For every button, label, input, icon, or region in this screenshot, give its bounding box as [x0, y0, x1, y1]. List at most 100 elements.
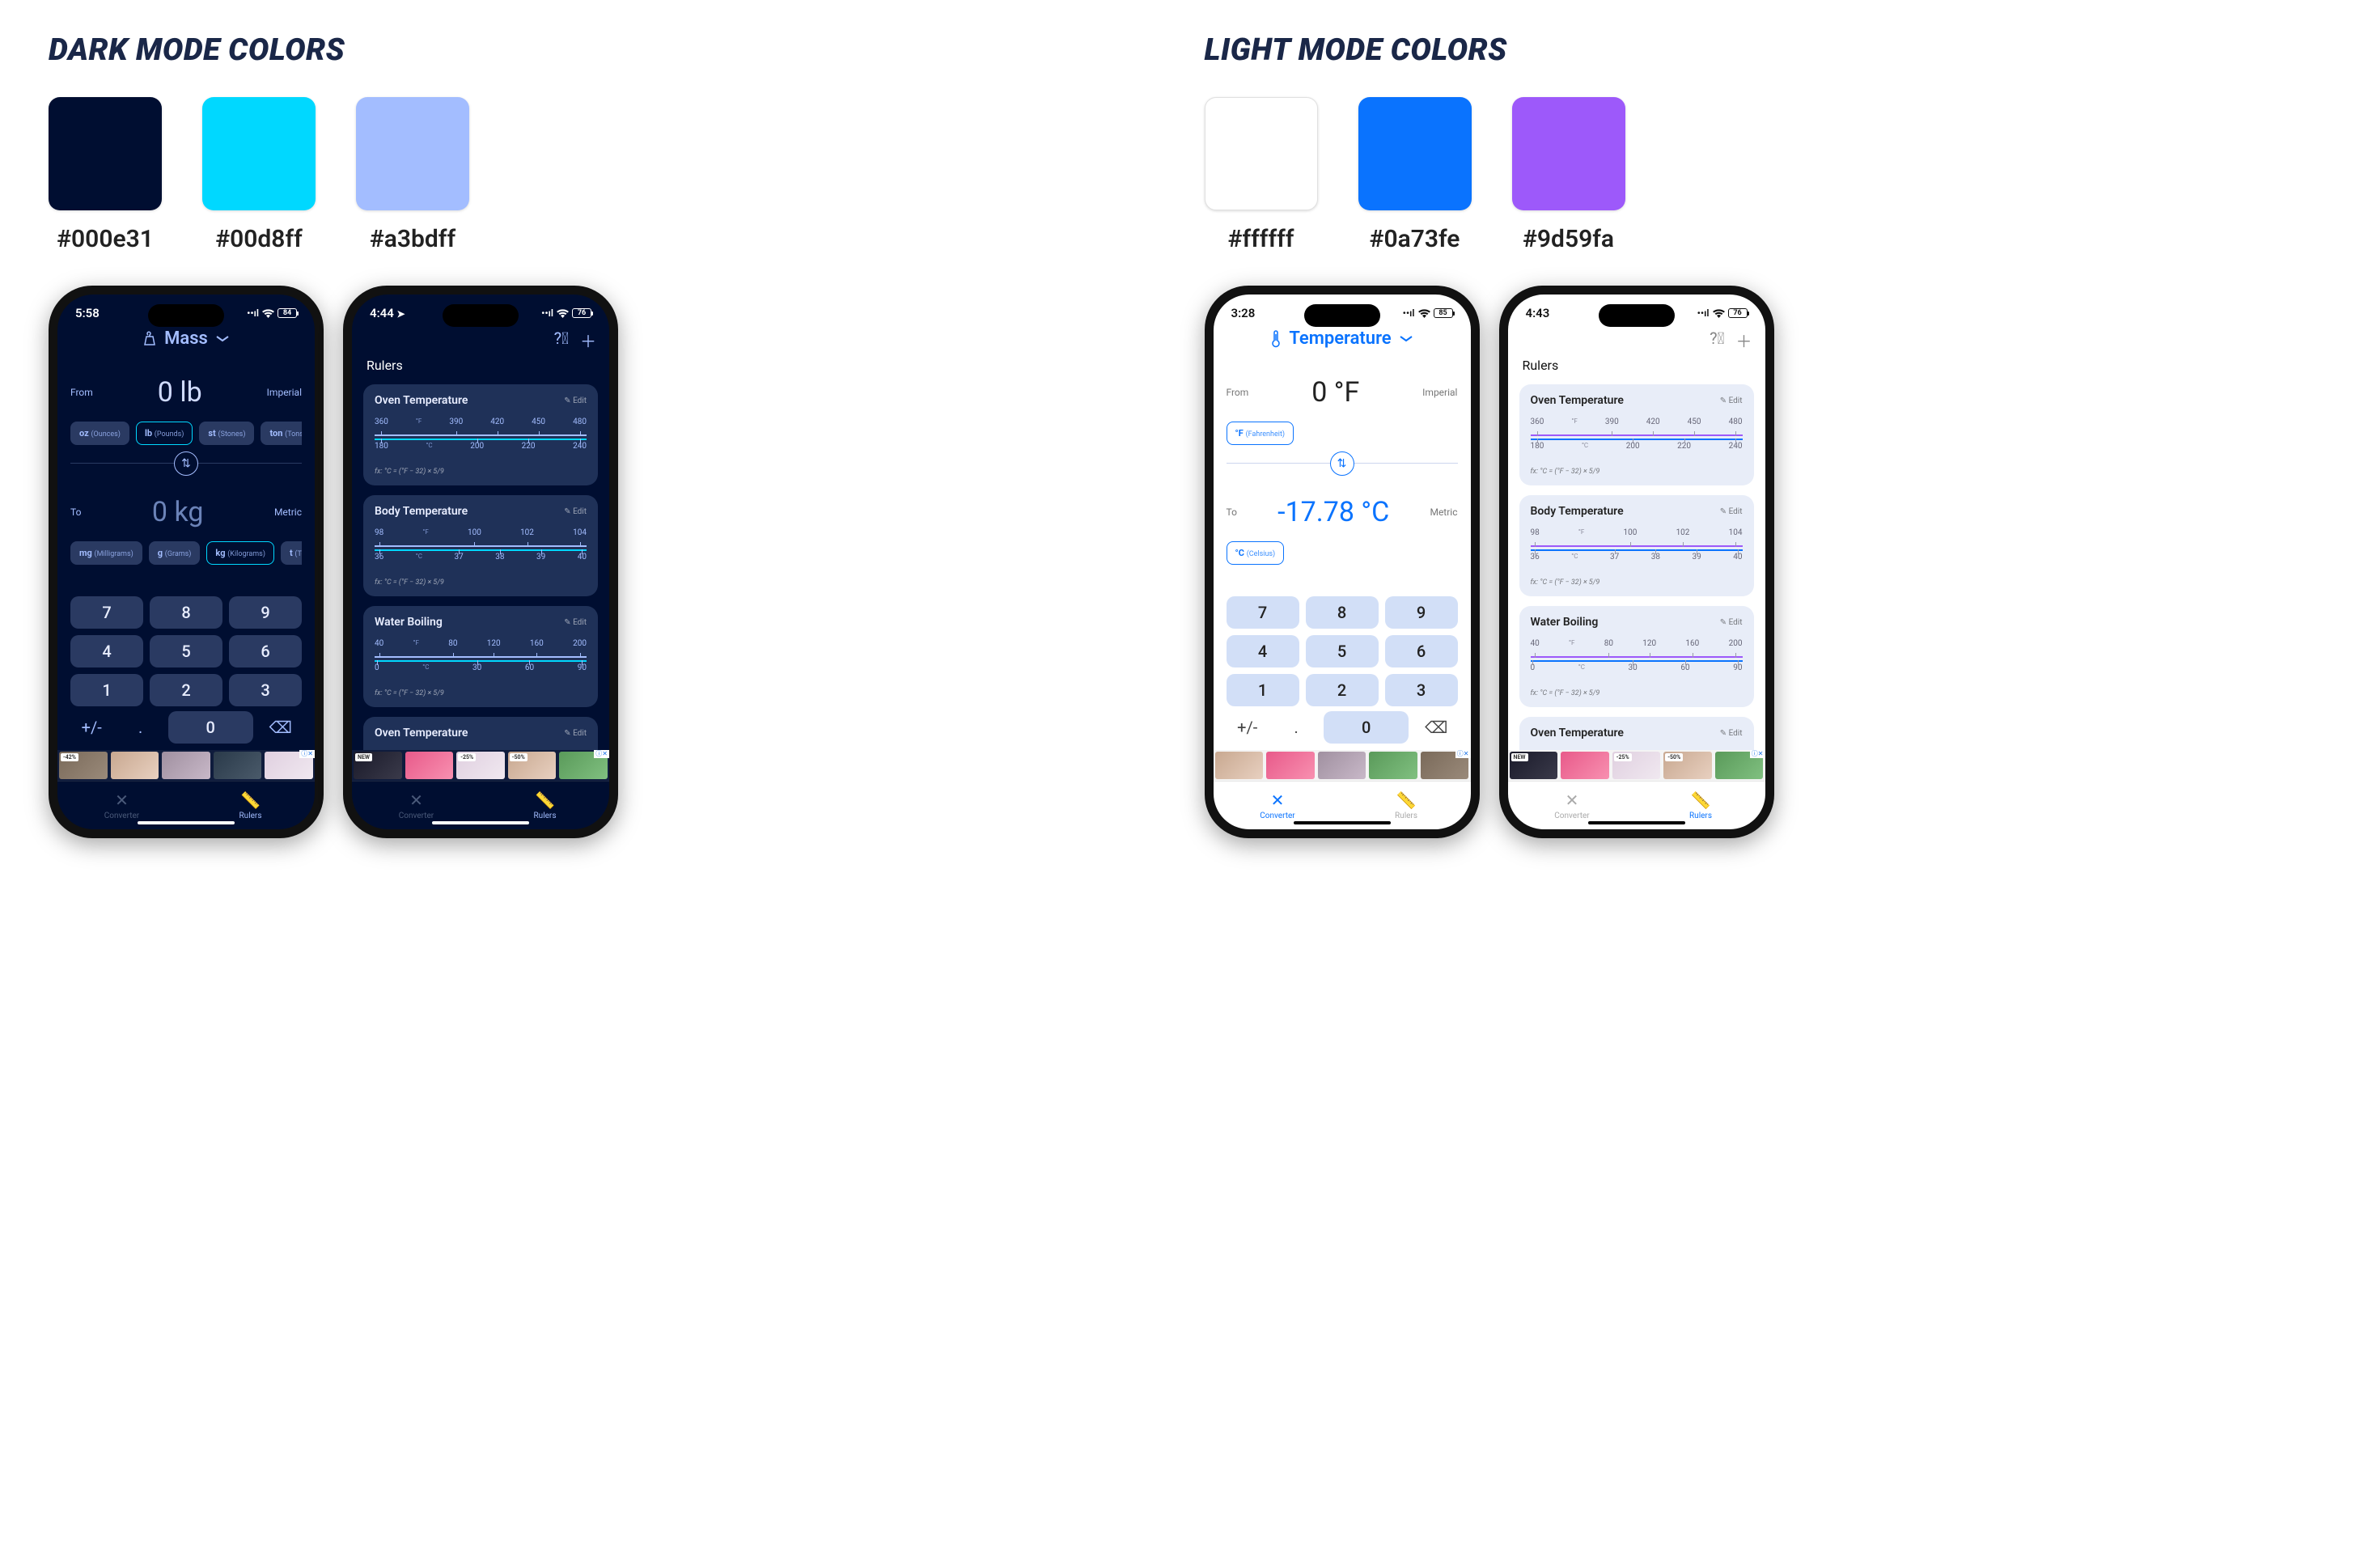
- home-indicator[interactable]: [138, 821, 235, 824]
- edit-button[interactable]: ✎ Edit: [1720, 618, 1743, 627]
- key-delete[interactable]: ⌫: [260, 713, 302, 742]
- ad-thumb[interactable]: [1318, 752, 1366, 779]
- key-delete[interactable]: ⌫: [1415, 713, 1457, 742]
- category-selector[interactable]: Temperature: [1269, 328, 1413, 349]
- key-8[interactable]: 8: [1306, 596, 1379, 629]
- key-4[interactable]: 4: [1227, 635, 1299, 667]
- swap-button[interactable]: ⇅: [174, 451, 198, 476]
- unit-chip-kg[interactable]: kg (Kilograms): [206, 541, 274, 565]
- ad-thumb[interactable]: [1369, 752, 1417, 779]
- ad-thumb[interactable]: -50%: [508, 752, 557, 779]
- unit-chip-mg[interactable]: mg (Milligrams): [70, 541, 142, 565]
- wifi-icon: [1418, 309, 1430, 318]
- ad-info-icon[interactable]: ⓘ✕: [1750, 750, 1765, 758]
- key-6[interactable]: 6: [1385, 635, 1458, 667]
- edit-button[interactable]: ✎ Edit: [564, 729, 587, 738]
- unit-chip-st[interactable]: st (Stones): [199, 422, 254, 445]
- key-7[interactable]: 7: [1227, 596, 1299, 629]
- home-indicator[interactable]: [432, 821, 529, 824]
- key-dot[interactable]: .: [1275, 713, 1317, 742]
- ruler-card[interactable]: Oven Temperature✎ Edit360°F3904204504801…: [1519, 384, 1754, 485]
- key-2[interactable]: 2: [150, 674, 222, 706]
- key-8[interactable]: 8: [150, 596, 222, 629]
- ad-thumb[interactable]: [405, 752, 454, 779]
- key-sign[interactable]: +/-: [1227, 713, 1269, 742]
- key-4[interactable]: 4: [70, 635, 143, 667]
- edit-button[interactable]: ✎ Edit: [564, 618, 587, 627]
- key-7[interactable]: 7: [70, 596, 143, 629]
- ruler-card[interactable]: Water Boiling✎ Edit40°F801201602000°C306…: [1519, 606, 1754, 707]
- ad-thumb[interactable]: -25%: [456, 752, 505, 779]
- unit-chip-ton[interactable]: ton (Tons s: [261, 422, 302, 445]
- unit-chip-t[interactable]: t (Ton: [281, 541, 302, 565]
- key-dot[interactable]: .: [119, 713, 161, 742]
- category-selector[interactable]: Mass: [142, 328, 231, 349]
- from-value[interactable]: 0 lb: [158, 376, 202, 409]
- home-indicator[interactable]: [1588, 821, 1685, 824]
- ad-thumb[interactable]: [1266, 752, 1315, 779]
- ad-info-icon[interactable]: ⓘ✕: [594, 750, 609, 758]
- ad-thumb[interactable]: [1215, 752, 1264, 779]
- ruler-card[interactable]: Oven Temperature✎ Edit360°F390420450480: [1519, 717, 1754, 750]
- key-5[interactable]: 5: [1306, 635, 1379, 667]
- key-9[interactable]: 9: [1385, 596, 1458, 629]
- edit-button[interactable]: ✎ Edit: [1720, 507, 1743, 516]
- rulers-list[interactable]: Oven Temperature✎ Edit360°F3904204504801…: [1508, 379, 1765, 750]
- key-sign[interactable]: +/-: [70, 713, 112, 742]
- ad-thumb[interactable]: [214, 752, 262, 779]
- ad-thumb[interactable]: [111, 752, 159, 779]
- from-value[interactable]: 0 °F: [1311, 376, 1359, 409]
- key-3[interactable]: 3: [1385, 674, 1458, 706]
- ad-badge: NEW: [355, 753, 372, 761]
- ruler-scale-top: 98°F100102104: [375, 523, 587, 547]
- key-2[interactable]: 2: [1306, 674, 1379, 706]
- key-5[interactable]: 5: [150, 635, 222, 667]
- key-0[interactable]: 0: [168, 711, 253, 744]
- key-9[interactable]: 9: [229, 596, 302, 629]
- add-icon[interactable]: ＋: [580, 328, 596, 352]
- ruler-card[interactable]: Oven Temperature✎ Edit360°F3904204504801…: [363, 384, 598, 485]
- ad-info-icon[interactable]: ⓘ✕: [299, 750, 315, 758]
- unit-chip-c[interactable]: °C (Celsius): [1227, 541, 1285, 565]
- unit-chip-lb[interactable]: lb (Pounds): [136, 422, 193, 445]
- ad-thumb[interactable]: NEW: [1510, 752, 1558, 779]
- ruler-card[interactable]: Water Boiling✎ Edit40°F801201602000°C306…: [363, 606, 598, 707]
- ad-thumb[interactable]: [1561, 752, 1609, 779]
- home-indicator[interactable]: [1294, 821, 1391, 824]
- unit-chip-oz[interactable]: oz (Ounces): [70, 422, 129, 445]
- ruler-card[interactable]: Oven Temperature✎ Edit360°F390420450480: [363, 717, 598, 750]
- unit-chip-f[interactable]: °F (Fahrenheit): [1227, 422, 1294, 445]
- ruler-card[interactable]: Body Temperature✎ Edit98°F10010210436°C3…: [363, 495, 598, 596]
- ad-thumb[interactable]: NEW: [354, 752, 402, 779]
- ad-strip[interactable]: -42% ⓘ✕: [57, 750, 315, 781]
- key-1[interactable]: 1: [1227, 674, 1299, 706]
- unit-chip-g[interactable]: g (Grams): [149, 541, 201, 565]
- tick-label: 360: [1531, 417, 1544, 433]
- help-icon[interactable]: ?⃝: [1710, 328, 1724, 352]
- ruler-card[interactable]: Body Temperature✎ Edit98°F10010210436°C3…: [1519, 495, 1754, 596]
- ad-thumb[interactable]: -50%: [1663, 752, 1712, 779]
- ad-thumb[interactable]: [162, 752, 210, 779]
- edit-button[interactable]: ✎ Edit: [564, 507, 587, 516]
- add-icon[interactable]: ＋: [1736, 328, 1752, 352]
- ad-strip[interactable]: NEW -25% -50% ⓘ✕: [352, 750, 609, 781]
- tick-label: 180: [375, 442, 388, 457]
- edit-button[interactable]: ✎ Edit: [564, 396, 587, 405]
- keypad: 7 8 9 4 5 6 1 2 3: [1227, 587, 1458, 711]
- help-icon[interactable]: ?⃝: [554, 328, 569, 352]
- tick-label: 38: [495, 553, 504, 568]
- ad-info-icon[interactable]: ⓘ✕: [1455, 750, 1471, 758]
- ad-thumb[interactable]: -25%: [1612, 752, 1661, 779]
- ad-strip[interactable]: NEW -25% -50% ⓘ✕: [1508, 750, 1765, 781]
- edit-button[interactable]: ✎ Edit: [1720, 396, 1743, 405]
- edit-button[interactable]: ✎ Edit: [1720, 729, 1743, 738]
- swap-button[interactable]: ⇅: [1330, 451, 1354, 476]
- ad-strip[interactable]: ⓘ✕: [1214, 750, 1471, 781]
- rulers-list[interactable]: Oven Temperature✎ Edit360°F390420450480 1…: [352, 379, 609, 750]
- key-3[interactable]: 3: [229, 674, 302, 706]
- key-0[interactable]: 0: [1324, 711, 1409, 744]
- key-6[interactable]: 6: [229, 635, 302, 667]
- hex-label: #000e31: [57, 225, 154, 253]
- key-1[interactable]: 1: [70, 674, 143, 706]
- ad-thumb[interactable]: -42%: [59, 752, 108, 779]
